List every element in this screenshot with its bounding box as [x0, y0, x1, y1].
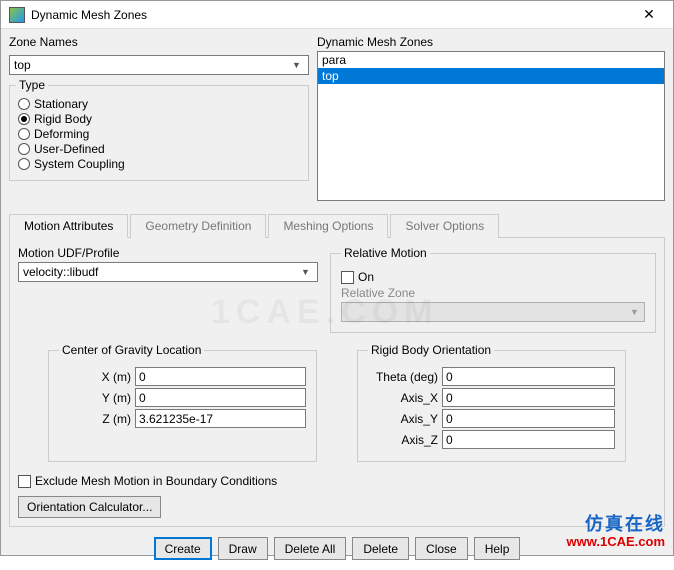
cog-y-input[interactable]: 0: [135, 388, 306, 407]
relative-zone-combo: ▼: [341, 302, 645, 322]
rbo-ax-input[interactable]: 0: [442, 388, 615, 407]
chevron-down-icon: ▼: [298, 267, 313, 277]
create-button[interactable]: Create: [154, 537, 212, 560]
app-icon: [9, 7, 25, 23]
motion-udf-combo[interactable]: velocity::libudf ▼: [18, 262, 318, 282]
relative-zone-label: Relative Zone: [341, 286, 645, 300]
rbo-ay-input[interactable]: 0: [442, 409, 615, 428]
close-button[interactable]: Close: [415, 537, 468, 560]
list-item[interactable]: para: [318, 52, 664, 68]
chevron-down-icon: ▼: [289, 60, 304, 70]
radio-icon: [18, 113, 30, 125]
radio-system-coupling[interactable]: System Coupling: [18, 157, 300, 171]
window-title: Dynamic Mesh Zones: [31, 8, 633, 22]
zone-names-combo[interactable]: top ▼: [9, 55, 309, 75]
cog-x-label: X (m): [59, 370, 131, 384]
dialog-window: Dynamic Mesh Zones ✕ Zone Names top ▼ Ty…: [0, 0, 674, 556]
cog-z-label: Z (m): [59, 412, 131, 426]
tabs: Motion Attributes Geometry Definition Me…: [9, 213, 665, 238]
radio-stationary[interactable]: Stationary: [18, 97, 300, 111]
chevron-down-icon: ▼: [627, 307, 642, 317]
tab-solver-options[interactable]: Solver Options: [390, 214, 499, 238]
relative-on-checkbox[interactable]: On: [341, 270, 645, 284]
radio-rigid-body[interactable]: Rigid Body: [18, 112, 300, 126]
delete-all-button[interactable]: Delete All: [274, 537, 347, 560]
radio-icon: [18, 158, 30, 170]
cog-y-label: Y (m): [59, 391, 131, 405]
rbo-theta-label: Theta (deg): [368, 370, 438, 384]
cog-x-input[interactable]: 0: [135, 367, 306, 386]
radio-icon: [18, 128, 30, 140]
dmz-listbox[interactable]: para top: [317, 51, 665, 201]
dialog-buttons: Create Draw Delete All Delete Close Help: [9, 527, 665, 566]
rbo-ay-label: Axis_Y: [368, 412, 438, 426]
titlebar: Dynamic Mesh Zones ✕: [1, 1, 673, 29]
cog-label: Center of Gravity Location: [59, 343, 204, 357]
motion-udf-label: Motion UDF/Profile: [18, 246, 318, 260]
draw-button[interactable]: Draw: [218, 537, 268, 560]
exclude-checkbox[interactable]: Exclude Mesh Motion in Boundary Conditio…: [18, 474, 656, 488]
cog-z-input[interactable]: 3.621235e-17: [135, 409, 306, 428]
motion-udf-value: velocity::libudf: [23, 265, 98, 279]
zone-names-label: Zone Names: [9, 35, 309, 49]
zone-names-value: top: [14, 58, 31, 72]
relative-motion-label: Relative Motion: [341, 246, 430, 260]
rbo-ax-label: Axis_X: [368, 391, 438, 405]
tab-geometry-definition[interactable]: Geometry Definition: [130, 214, 266, 238]
rbo-label: Rigid Body Orientation: [368, 343, 494, 357]
rbo-az-input[interactable]: 0: [442, 430, 615, 449]
list-item[interactable]: top: [318, 68, 664, 84]
checkbox-icon: [18, 475, 31, 488]
radio-deforming[interactable]: Deforming: [18, 127, 300, 141]
radio-icon: [18, 143, 30, 155]
tab-panel-motion: Motion UDF/Profile velocity::libudf ▼ Re…: [9, 238, 665, 527]
close-icon[interactable]: ✕: [633, 4, 665, 26]
dmz-label: Dynamic Mesh Zones: [317, 35, 665, 49]
radio-icon: [18, 98, 30, 110]
delete-button[interactable]: Delete: [352, 537, 409, 560]
type-group-label: Type: [16, 78, 48, 92]
radio-user-defined[interactable]: User-Defined: [18, 142, 300, 156]
checkbox-icon: [341, 271, 354, 284]
tab-meshing-options[interactable]: Meshing Options: [268, 214, 388, 238]
orientation-calculator-button[interactable]: Orientation Calculator...: [18, 496, 161, 518]
rbo-theta-input[interactable]: 0: [442, 367, 615, 386]
help-button[interactable]: Help: [474, 537, 521, 560]
rbo-az-label: Axis_Z: [368, 433, 438, 447]
tab-motion-attributes[interactable]: Motion Attributes: [9, 214, 128, 238]
